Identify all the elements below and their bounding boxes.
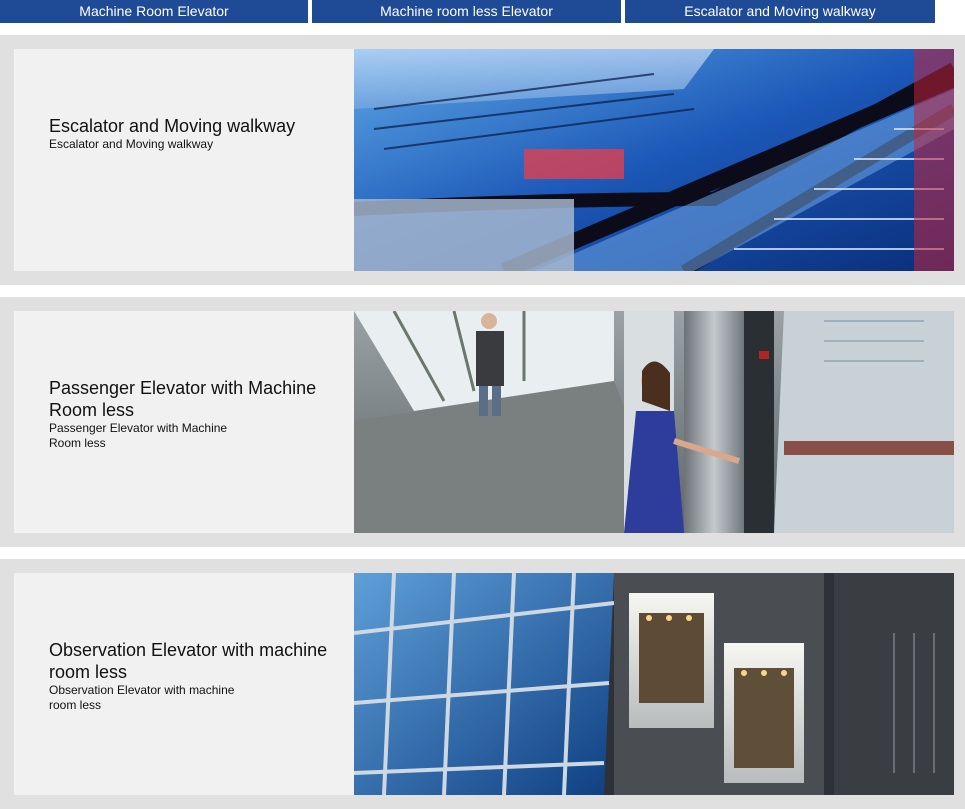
- card-text-block: Observation Elevator with machine room l…: [49, 639, 339, 713]
- tab-machine-room-elevator[interactable]: Machine Room Elevator: [0, 0, 308, 23]
- card-title[interactable]: Escalator and Moving walkway: [49, 115, 339, 137]
- card-title[interactable]: Passenger Elevator with Machine Room les…: [49, 377, 339, 421]
- product-card-passenger-elevator[interactable]: Passenger Elevator with Machine Room les…: [0, 297, 965, 547]
- passenger-elevator-illustration: [354, 311, 954, 533]
- product-card-observation-elevator[interactable]: Observation Elevator with machine room l…: [0, 559, 965, 809]
- tab-machine-room-less-elevator[interactable]: Machine room less Elevator: [312, 0, 621, 23]
- category-tabs: Machine Room Elevator Machine room less …: [0, 0, 965, 24]
- card-text-panel: Observation Elevator with machine room l…: [14, 573, 354, 795]
- card-subtitle: Observation Elevator with machine room l…: [49, 683, 235, 712]
- card-text-panel: Escalator and Moving walkway Escalator a…: [14, 49, 354, 271]
- passenger-elevator-photo[interactable]: [354, 311, 954, 533]
- escalator-illustration: [354, 49, 954, 271]
- escalator-photo[interactable]: [354, 49, 954, 271]
- card-text-block: Escalator and Moving walkway Escalator a…: [49, 115, 339, 152]
- card-subtitle: Escalator and Moving walkway: [49, 137, 214, 151]
- observation-elevator-illustration: [354, 573, 954, 795]
- card-text-block: Passenger Elevator with Machine Room les…: [49, 377, 339, 451]
- card-title[interactable]: Observation Elevator with machine room l…: [49, 639, 339, 683]
- card-subtitle: Passenger Elevator with Machine Room les…: [49, 421, 228, 450]
- tab-escalator-moving-walkway[interactable]: Escalator and Moving walkway: [625, 0, 935, 23]
- observation-elevator-photo[interactable]: [354, 573, 954, 795]
- product-card-escalator[interactable]: Escalator and Moving walkway Escalator a…: [0, 35, 965, 285]
- card-text-panel: Passenger Elevator with Machine Room les…: [14, 311, 354, 533]
